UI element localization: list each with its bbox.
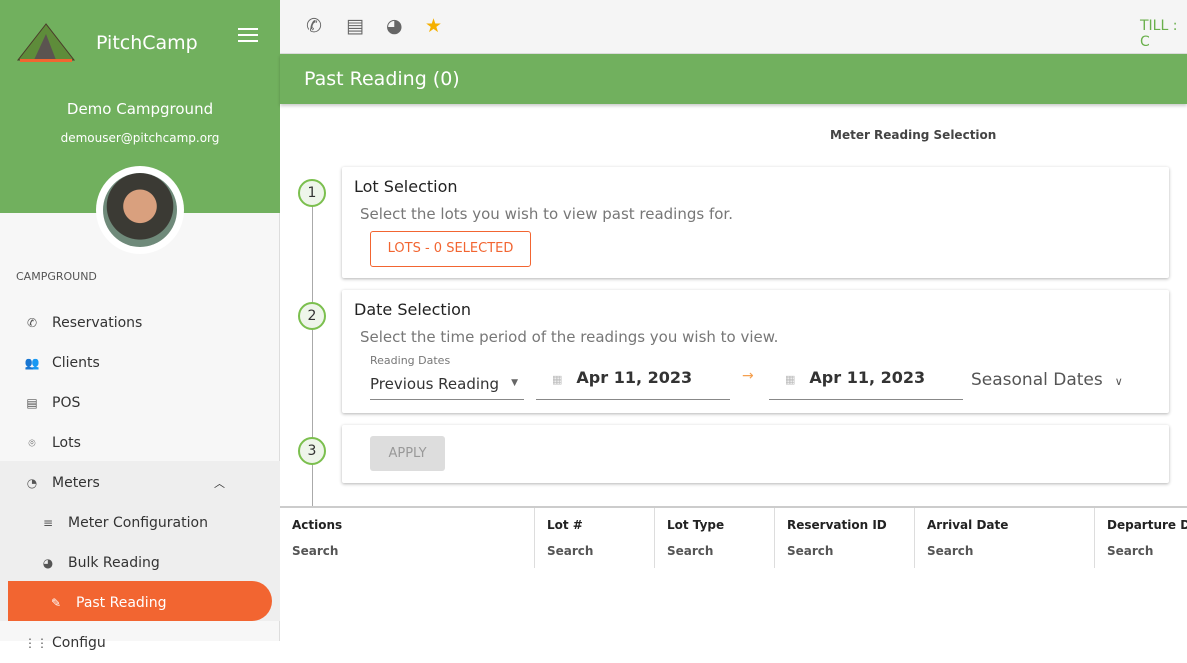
label: Clients: [52, 355, 100, 371]
people-icon: 👥: [24, 356, 40, 370]
till-label[interactable]: TILL : C: [1140, 18, 1187, 50]
step-3-badge: 3: [298, 437, 326, 465]
sidebar-item-meter-configuration[interactable]: ≡ Meter Configuration: [0, 503, 280, 543]
column-lot-type: Lot Type Search: [654, 508, 774, 568]
label: Lots: [52, 435, 81, 451]
card-description: Select the lots you wish to view past re…: [360, 205, 733, 223]
label: Meter Configuration: [68, 515, 208, 531]
reading-dates-select[interactable]: Previous Reading ▼: [370, 370, 524, 400]
apply-button[interactable]: APPLY: [370, 436, 445, 471]
date-selection-card: Date Selection Select the time period of…: [342, 290, 1169, 413]
list-check-icon: ≡: [42, 516, 54, 530]
header: Lot #: [547, 518, 583, 532]
start-date-input[interactable]: ▦ Apr 11, 2023: [536, 362, 730, 400]
seasonal-dates-dropdown[interactable]: Seasonal Dates ∨: [971, 370, 1123, 390]
pie-icon: ◕: [42, 556, 54, 570]
phone-icon: ✆: [26, 316, 38, 330]
label: Past Reading: [76, 595, 167, 611]
brand-name: PitchCamp: [96, 32, 198, 54]
pin-icon: ⌾: [28, 435, 36, 450]
search-input[interactable]: Search: [667, 544, 713, 558]
arrow-right-icon: →: [742, 368, 754, 384]
pie-icon[interactable]: ◕: [386, 15, 403, 37]
label: POS: [52, 395, 81, 411]
search-input[interactable]: Search: [787, 544, 833, 558]
top-bar: ✆ ▤ ◕ ★ TILL : C: [280, 0, 1187, 54]
search-input[interactable]: Search: [1107, 544, 1153, 558]
dropdown-icon: ▼: [511, 378, 518, 388]
grid-icon: ⋮⋮: [24, 636, 48, 650]
phone-icon[interactable]: ✆: [306, 15, 322, 37]
apply-card: APPLY: [342, 425, 1169, 483]
end-date-input[interactable]: ▦ Apr 11, 2023: [769, 362, 963, 400]
meter-icon: ◔: [26, 476, 38, 490]
lot-selection-card: Lot Selection Select the lots you wish t…: [342, 167, 1169, 278]
store-icon[interactable]: ▤: [346, 15, 364, 37]
sidebar-item-pos[interactable]: ▤ POS: [0, 383, 280, 423]
sidebar-item-lots[interactable]: ⌾ Lots: [0, 423, 280, 463]
sidebar-item-past-reading[interactable]: ✎ Past Reading: [0, 583, 280, 623]
tent-logo-icon: [16, 23, 76, 62]
column-reservation-id: Reservation ID Search: [774, 508, 914, 568]
header: Arrival Date: [927, 518, 1009, 532]
section-label: CAMPGROUND: [16, 270, 97, 283]
sidebar-item-bulk-reading[interactable]: ◕ Bulk Reading: [0, 543, 280, 583]
label: Reservations: [52, 315, 143, 331]
header: Departure Date: [1107, 518, 1187, 532]
header: Lot Type: [667, 518, 725, 532]
step-2-badge: 2: [298, 302, 326, 330]
lots-selected-button[interactable]: LOTS - 0 SELECTED: [370, 231, 531, 267]
label: Configu: [52, 635, 106, 651]
value: Apr 11, 2023: [576, 368, 693, 387]
value: Apr 11, 2023: [809, 368, 926, 387]
column-actions: Actions Search: [280, 508, 534, 568]
section-title: Meter Reading Selection: [830, 128, 997, 142]
sidebar: PitchCamp Demo Campground demouser@pitch…: [0, 0, 280, 651]
card-title: Lot Selection: [354, 177, 458, 196]
header: Actions: [292, 518, 343, 532]
pencil-icon: ✎: [50, 596, 62, 610]
store-icon: ▤: [26, 396, 38, 410]
campground-name: Demo Campground: [66, 100, 214, 118]
sidebar-item-reservations[interactable]: ✆ Reservations: [0, 303, 280, 343]
star-icon[interactable]: ★: [425, 15, 442, 37]
step-1-badge: 1: [298, 179, 326, 207]
table-header: Actions Search Lot # Search Lot Type Search…: [280, 506, 1187, 568]
value: Seasonal Dates: [971, 370, 1103, 390]
card-description: Select the time period of the readings y…: [360, 328, 779, 346]
calendar-icon: ▦: [785, 373, 796, 386]
search-input[interactable]: Search: [547, 544, 593, 558]
chevron-up-icon: ︿: [214, 477, 225, 490]
sidebar-item-clients[interactable]: 👥 Clients: [0, 343, 280, 383]
header: Reservation ID: [787, 518, 887, 532]
reading-dates-label: Reading Dates: [370, 354, 451, 367]
chevron-down-icon: ∨: [1114, 375, 1123, 388]
value: Previous Reading: [370, 375, 500, 393]
menu-icon[interactable]: [238, 28, 258, 46]
column-lot: Lot # Search: [534, 508, 654, 568]
sidebar-item-configuration[interactable]: ⋮⋮ Configu: [0, 623, 280, 663]
user-email: demouser@pitchcamp.org: [60, 131, 220, 145]
card-title: Date Selection: [354, 300, 472, 319]
label: Bulk Reading: [68, 555, 160, 571]
calendar-icon: ▦: [552, 373, 563, 386]
page-title: Past Reading (0): [280, 54, 1187, 104]
search-input[interactable]: Search: [292, 544, 338, 558]
sidebar-item-meters[interactable]: ◔ Meters ︿: [0, 463, 280, 503]
label: Meters: [52, 475, 100, 491]
column-arrival-date: Arrival Date Search: [914, 508, 1094, 568]
column-departure-date: Departure Date Search: [1094, 508, 1187, 568]
avatar[interactable]: [96, 166, 184, 254]
search-input[interactable]: Search: [927, 544, 973, 558]
